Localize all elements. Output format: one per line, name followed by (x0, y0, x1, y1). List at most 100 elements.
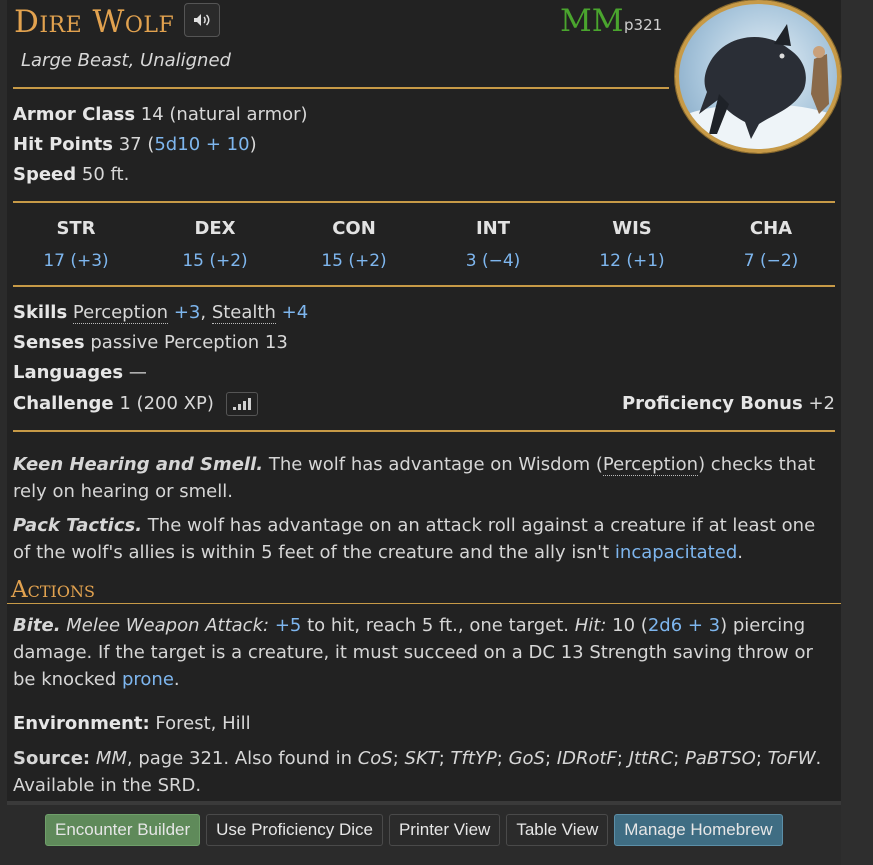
ability-label: CHA (749, 218, 793, 239)
challenge: Challenge 1 (200 XP) (13, 392, 258, 416)
speed-value: 50 ft. (81, 164, 130, 185)
speed: Speed 50 ft. (13, 164, 129, 185)
ability-roll[interactable]: 12 (+1) (562, 251, 702, 271)
ability-con: CON 15 (+2) (284, 218, 424, 271)
ability-label: CON (332, 218, 376, 239)
book-link[interactable]: CoS (358, 748, 393, 769)
book-link[interactable]: PaBTSO (685, 748, 756, 769)
senses: Senses passive Perception 13 (13, 332, 288, 353)
book-link[interactable]: GoS (509, 748, 545, 769)
senses-value: passive Perception 13 (90, 332, 288, 353)
encounter-builder-button[interactable]: Encounter Builder (45, 814, 201, 846)
source-text: , page 321. Also found in (126, 748, 358, 769)
source-label: Source: (13, 748, 91, 769)
ability-roll[interactable]: 15 (+2) (145, 251, 285, 271)
ability-roll[interactable]: 15 (+2) (284, 251, 424, 271)
ac-label: Armor Class (13, 104, 136, 125)
book-link[interactable]: TftYP (451, 748, 497, 769)
creature-name: Dire Wolf (14, 4, 175, 40)
skills-label: Skills (13, 302, 68, 323)
ability-roll[interactable]: 7 (−2) (701, 251, 841, 271)
env-value: Forest, Hill (155, 713, 251, 734)
hit-points: Hit Points 37 (5d10 + 10) (13, 134, 257, 155)
ability-roll[interactable]: 17 (+3) (6, 251, 146, 271)
table-view-button[interactable]: Table View (506, 814, 609, 846)
skills: Skills Perception +3, Stealth +4 (13, 302, 309, 324)
languages: Languages — (13, 362, 147, 383)
source-abbreviation[interactable]: MM (560, 3, 623, 39)
challenge-scale-button[interactable] (225, 392, 258, 416)
skill-perception[interactable]: Perception (72, 302, 169, 324)
trait-name: Keen Hearing and Smell. (13, 454, 264, 475)
ability-label: INT (475, 218, 511, 239)
book-link[interactable]: IDRotF (557, 748, 617, 769)
ability-wis: WIS 12 (+1) (562, 218, 702, 271)
action-bite: Bite. Melee Weapon Attack: +5 to hit, re… (13, 612, 835, 693)
divider (13, 285, 835, 287)
prof-value: +2 (808, 393, 835, 414)
skill-stealth[interactable]: Stealth (211, 302, 276, 324)
challenge-label: Challenge (13, 393, 114, 414)
ability-label: DEX (194, 218, 236, 239)
button-row: Encounter Builder Use Proficiency Dice P… (45, 814, 783, 846)
ability-label: WIS (612, 218, 652, 239)
speed-label: Speed (13, 164, 77, 185)
page-edge (841, 0, 873, 865)
prone-link[interactable]: prone (122, 669, 174, 690)
source-line: Source: MM, page 321. Also found in CoS;… (13, 748, 822, 796)
trait-pack-tactics: Pack Tactics. The wolf has advantage on … (13, 512, 835, 566)
trait-name: Pack Tactics. (13, 515, 143, 536)
hp-close: ) (249, 134, 257, 155)
environment: Environment: Forest, Hill (13, 713, 251, 734)
hp-value: 37 ( (118, 134, 155, 155)
book-link[interactable]: SKT (405, 748, 439, 769)
env-label: Environment: (13, 713, 150, 734)
ability-dex: DEX 15 (+2) (145, 218, 285, 271)
hp-dice-roll[interactable]: 5d10 + 10 (154, 134, 249, 155)
armor-class: Armor Class 14 (natural armor) (13, 104, 308, 125)
bar-chart-icon (232, 407, 236, 410)
book-link[interactable]: ToFW (768, 748, 816, 769)
statblock-bottom (7, 801, 841, 805)
incapacitated-link[interactable]: incapacitated (615, 542, 737, 563)
attack-roll[interactable]: +5 (275, 615, 302, 636)
divider (13, 201, 835, 203)
ability-roll[interactable]: 3 (−4) (423, 251, 563, 271)
skill-stealth-roll[interactable]: +4 (282, 302, 309, 323)
srd-note: Available in the SRD. (13, 775, 202, 796)
challenge-value: 1 (200 XP) (119, 393, 214, 414)
ability-int: INT 3 (−4) (423, 218, 563, 271)
divider (13, 430, 835, 432)
book-link[interactable]: JttRC (629, 748, 674, 769)
trait-keen-hearing: Keen Hearing and Smell. The wolf has adv… (13, 451, 835, 505)
creature-portrait[interactable] (675, 0, 841, 153)
damage-roll[interactable]: 2d6 + 3 (648, 615, 720, 636)
skill-perception-roll[interactable]: +3 (174, 302, 201, 323)
creature-subtitle: Large Beast, Unaligned (21, 50, 231, 71)
proficiency-bonus: Proficiency Bonus +2 (622, 393, 835, 414)
action-text: to hit, reach 5 ft., one target. (307, 615, 570, 636)
source-book[interactable]: MM (96, 748, 127, 769)
action-text: 10 ( (612, 615, 648, 636)
perception-link[interactable]: Perception (602, 454, 699, 476)
hp-label: Hit Points (13, 134, 113, 155)
speaker-button[interactable] (184, 3, 220, 37)
prof-label: Proficiency Bonus (621, 393, 803, 414)
printer-view-button[interactable]: Printer View (388, 814, 501, 846)
proficiency-dice-button[interactable]: Use Proficiency Dice (206, 814, 383, 846)
speaker-icon (194, 14, 210, 26)
languages-label: Languages (13, 362, 124, 383)
senses-label: Senses (13, 332, 85, 353)
trait-text: . (737, 542, 743, 563)
ac-value: 14 (natural armor) (140, 104, 308, 125)
wolf-image (679, 24, 837, 149)
action-text: . (173, 669, 180, 690)
languages-value: — (128, 362, 147, 383)
source-page: p321 (624, 16, 663, 34)
manage-homebrew-button[interactable]: Manage Homebrew (614, 814, 783, 846)
divider (7, 603, 841, 604)
attack-type: Melee Weapon Attack: (66, 615, 270, 636)
ability-label: STR (56, 218, 96, 239)
divider (13, 87, 669, 89)
ability-cha: CHA 7 (−2) (701, 218, 841, 271)
